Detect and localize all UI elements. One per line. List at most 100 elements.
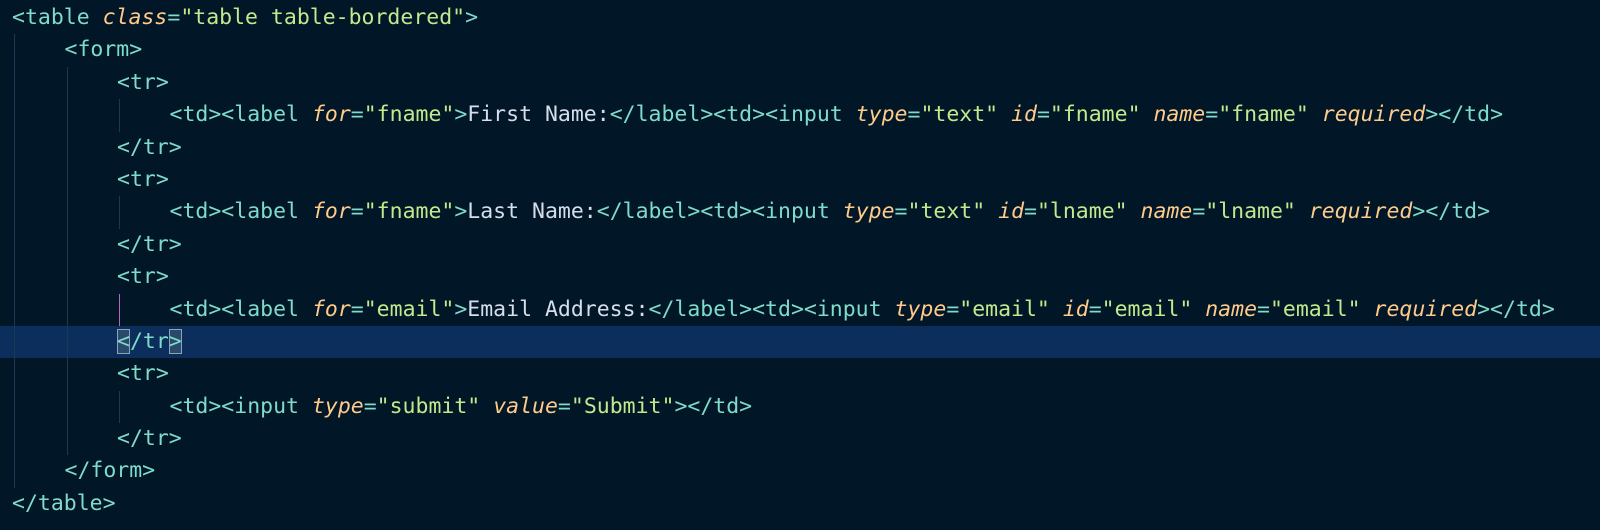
code-token: id	[1062, 296, 1089, 322]
indent-guide	[66, 163, 68, 197]
code-token: value	[493, 393, 558, 419]
code-line[interactable]: <form>	[0, 34, 1600, 67]
code-token: =	[557, 393, 571, 419]
code-token: table	[24, 5, 90, 30]
code-line[interactable]: <tr>	[0, 358, 1600, 391]
code-token: =	[1257, 296, 1270, 322]
code-token: label	[234, 199, 299, 225]
code-token: >	[454, 102, 468, 128]
code-token: </	[1490, 296, 1516, 322]
code-line[interactable]: </table>	[0, 488, 1600, 520]
code-token: <	[117, 69, 130, 95]
code-token: "email"	[1101, 296, 1193, 322]
code-line[interactable]: </tr>	[0, 228, 1600, 262]
code-line[interactable]: </form>	[0, 455, 1600, 488]
code-editor[interactable]: <table class="table table-bordered"> <for…	[0, 0, 1600, 530]
code-token: "email"	[1269, 296, 1361, 322]
code-line[interactable]: <tr>	[0, 261, 1600, 294]
code-token: <	[752, 296, 766, 322]
indent-guide	[66, 358, 68, 391]
matched-bracket: <	[117, 328, 130, 354]
indent-guide	[14, 99, 15, 132]
code-line-content: </tr>	[12, 229, 182, 261]
indent-guide	[66, 228, 68, 262]
code-token: >	[129, 37, 143, 63]
code-token: >	[208, 199, 222, 225]
code-token: tr	[129, 264, 156, 290]
code-line-content: <form>	[12, 34, 143, 66]
code-token: <	[221, 393, 235, 419]
code-token: td	[765, 296, 791, 322]
code-token: "lname"	[1036, 199, 1128, 225]
code-line[interactable]: <td><label for="fname">First Name:</labe…	[0, 99, 1600, 132]
code-token: "text"	[907, 199, 986, 225]
code-token: >	[1541, 296, 1555, 322]
code-token: <	[221, 296, 235, 322]
code-line-content: </tr>	[12, 132, 182, 164]
code-token: <	[713, 102, 727, 128]
indent-guide	[66, 423, 68, 456]
code-line[interactable]: </tr>	[0, 423, 1600, 456]
code-token: >	[752, 102, 766, 128]
code-token: </	[687, 393, 714, 419]
code-token: >	[739, 393, 753, 419]
code-token: "table table-bordered"	[180, 5, 466, 30]
code-token: <	[117, 361, 130, 387]
code-token: </	[117, 134, 143, 160]
code-token: >	[790, 296, 804, 322]
code-token: Last Name:	[467, 199, 597, 225]
code-token: <	[169, 199, 183, 225]
code-token: <	[765, 102, 779, 128]
code-token: name	[1205, 296, 1258, 322]
code-token: </	[609, 102, 636, 128]
code-line[interactable]: <tr>	[0, 163, 1600, 197]
code-token: "fname"	[1218, 102, 1309, 128]
code-token: >	[155, 264, 169, 290]
code-line[interactable]: <table class="table table-bordered">	[0, 2, 1600, 34]
code-token: </	[117, 426, 143, 452]
code-line[interactable]: </tr>	[0, 131, 1600, 164]
code-token: td	[713, 199, 740, 225]
code-token: /	[129, 328, 143, 354]
code-token: =	[363, 393, 377, 419]
code-token: id	[998, 199, 1025, 225]
code-token: name	[1140, 199, 1193, 225]
indent-guide	[66, 66, 68, 100]
code-token: </	[1438, 102, 1465, 128]
code-line-content: </form>	[12, 455, 156, 487]
code-line[interactable]: <tr>	[0, 66, 1600, 100]
code-token: >	[739, 199, 753, 225]
code-line-content: <td><input type="submit" value="Submit">…	[12, 391, 753, 423]
code-line[interactable]: <td><input type="submit" value="Submit">…	[0, 390, 1600, 424]
code-token: </	[1425, 199, 1452, 225]
code-token: for	[311, 199, 351, 225]
code-token: required	[1321, 102, 1426, 128]
code-token: id	[1011, 102, 1037, 128]
code-line[interactable]: <td><label for="email">Email Address:</l…	[0, 293, 1600, 326]
code-token: <	[169, 102, 183, 128]
code-token: class	[102, 5, 168, 30]
code-token: Email Address:	[467, 296, 649, 322]
code-token: >	[168, 134, 182, 160]
code-line[interactable]: </tr>	[0, 325, 1600, 359]
code-token: td	[1451, 199, 1478, 225]
code-token: tr	[142, 231, 169, 257]
code-token: <	[117, 264, 130, 290]
indent-guide	[66, 261, 68, 294]
code-line-content: </tr>	[12, 423, 182, 455]
code-token: >	[155, 166, 169, 192]
code-token: First Name:	[467, 102, 610, 128]
code-line[interactable]: <td><label for="fname">Last Name:</label…	[0, 196, 1600, 229]
code-token: >	[1477, 199, 1491, 225]
